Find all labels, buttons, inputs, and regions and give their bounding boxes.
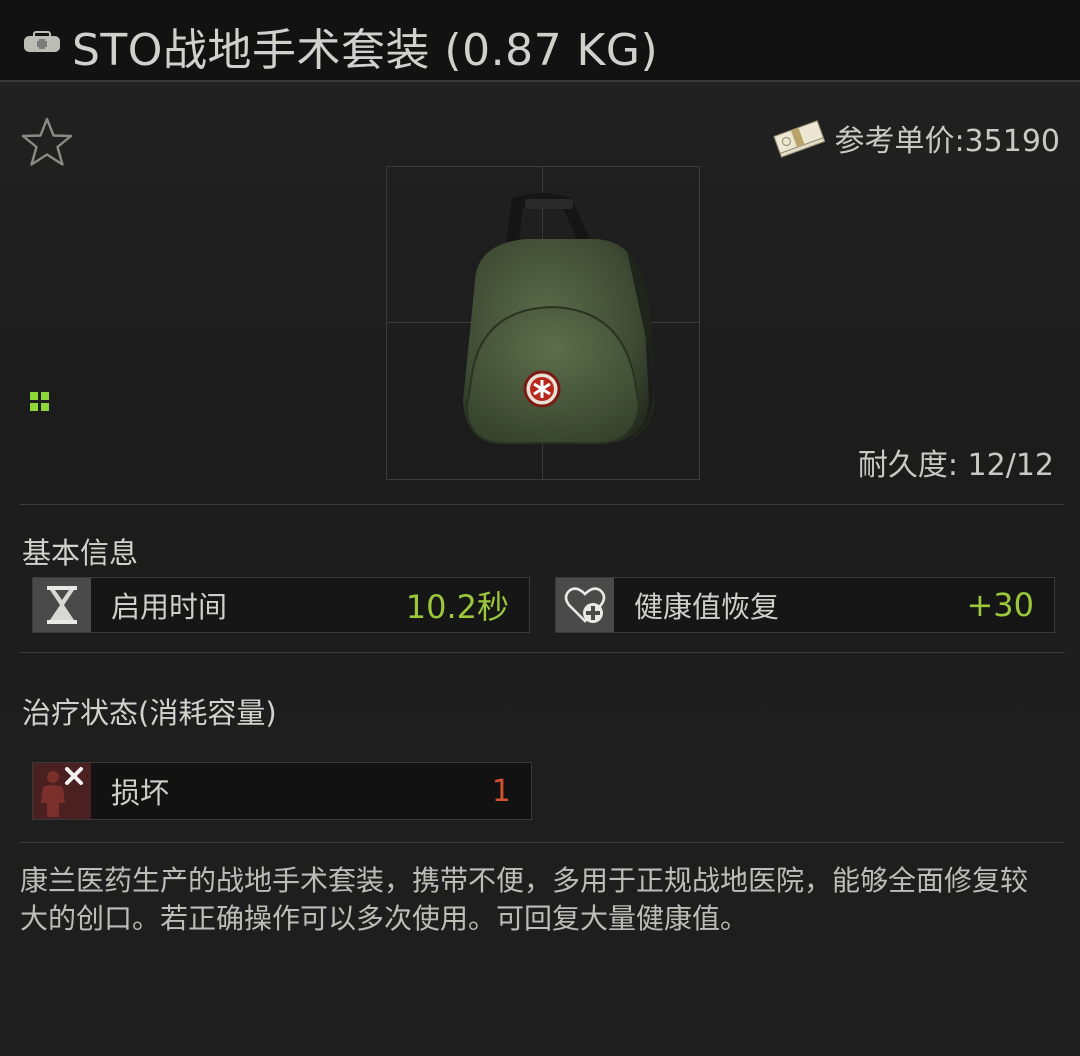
stat-value: 10.2秒 (405, 588, 509, 626)
item-title: STO战地手术套装 (0.87 KG) (72, 25, 659, 76)
item-inspect-window: STO战地手术套装 (0.87 KG) 参考单价:35190 耐久度: 12/1… (0, 0, 1080, 1056)
item-description: 康兰医药生产的战地手术套装，携带不便，多用于正规战地医院，能够全面修复较大的创口… (20, 864, 1029, 935)
durability-label: 耐久度: 12/12 (857, 448, 1054, 483)
surgical-kit-bag-image (417, 191, 667, 455)
money-stack-icon (772, 118, 826, 158)
stat-value: +30 (966, 586, 1034, 624)
title-bar[interactable]: STO战地手术套装 (0.87 KG) (0, 0, 1080, 82)
treatment-title: 治疗状态(消耗容量) (22, 696, 277, 730)
divider (20, 842, 1065, 843)
stat-use-time[interactable]: 启用时间 10.2秒 (32, 577, 530, 633)
effect-value: 1 (491, 773, 511, 809)
item-preview[interactable] (386, 166, 700, 480)
divider (20, 504, 1065, 505)
heart-plus-icon (556, 578, 614, 632)
effect-fracture[interactable]: 损坏 1 (32, 762, 532, 820)
grid-squares-icon (30, 392, 50, 412)
reference-price: 参考单价:35190 (772, 116, 1060, 160)
fracture-body-icon (33, 763, 91, 819)
effect-label: 损坏 (111, 776, 170, 810)
basic-info-title: 基本信息 (22, 536, 139, 570)
stat-label: 健康值恢复 (634, 590, 780, 624)
hourglass-icon (33, 578, 91, 632)
stat-label: 启用时间 (111, 590, 228, 624)
divider (20, 652, 1065, 653)
medkit-icon (22, 30, 62, 58)
star-outline-icon[interactable] (20, 116, 74, 172)
price-label: 参考单价:35190 (834, 124, 1060, 159)
stat-health-restore[interactable]: 健康值恢复 +30 (555, 577, 1055, 633)
